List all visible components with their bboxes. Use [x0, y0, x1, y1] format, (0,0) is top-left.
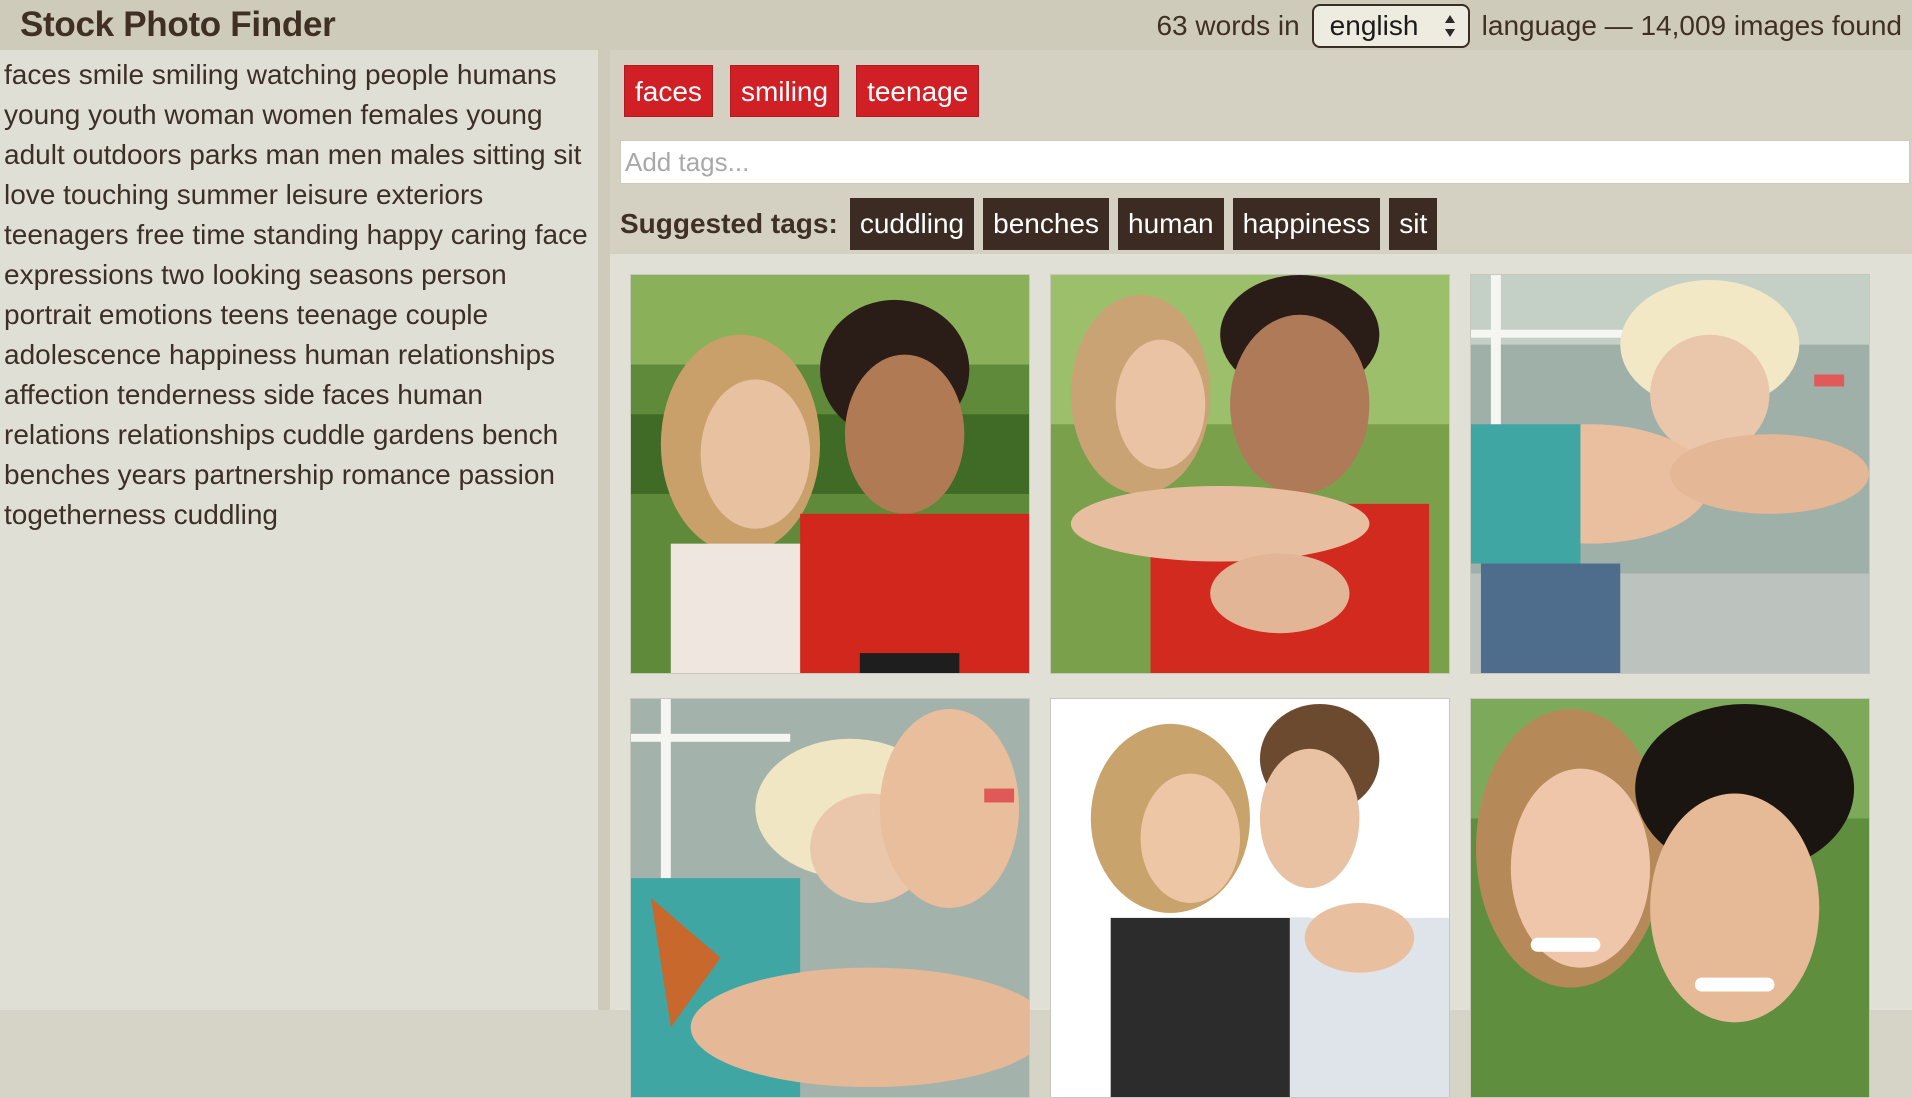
word-count-text: 63 words in	[1156, 10, 1300, 41]
photo-image	[1471, 275, 1869, 673]
add-tags-input[interactable]	[620, 140, 1910, 184]
photo-thumbnail[interactable]	[1050, 698, 1450, 1098]
photo-thumbnail[interactable]	[630, 274, 1030, 674]
results-count-text: language — 14,009 images found	[1481, 10, 1902, 41]
select-arrows-icon	[1444, 15, 1455, 37]
selected-tags: faces smiling teenage	[624, 65, 980, 117]
photo-image	[1471, 699, 1869, 1097]
suggested-tag[interactable]: cuddling	[849, 198, 975, 250]
app-title: Stock Photo Finder	[20, 5, 336, 44]
panel-divider	[598, 50, 610, 1010]
keyword-list[interactable]: faces smile smiling watching people huma…	[0, 50, 598, 535]
suggested-tag[interactable]: human	[1118, 198, 1224, 250]
search-summary: 63 words in english language — 14,009 im…	[1156, 4, 1902, 48]
selected-tag[interactable]: smiling	[729, 65, 840, 117]
header-bar: Stock Photo Finder 63 words in english l…	[0, 0, 1912, 50]
photo-image	[631, 275, 1029, 673]
selected-tag[interactable]: faces	[624, 65, 713, 117]
suggested-tag[interactable]: benches	[983, 198, 1109, 250]
suggested-tags-label: Suggested tags:	[620, 208, 838, 239]
photo-thumbnail[interactable]	[1470, 274, 1870, 674]
photo-thumbnail[interactable]	[1050, 274, 1450, 674]
photo-image	[1051, 699, 1449, 1097]
language-select-value: english	[1329, 10, 1419, 41]
suggested-tag[interactable]: sit	[1389, 198, 1438, 250]
photo-image	[631, 699, 1029, 1097]
keyword-sidebar: faces smile smiling watching people huma…	[0, 50, 598, 1010]
selected-tag[interactable]: teenage	[856, 65, 980, 117]
photo-thumbnail[interactable]	[630, 698, 1030, 1098]
photo-thumbnail[interactable]	[1470, 698, 1870, 1098]
suggested-tags: Suggested tags: cuddling benches human h…	[620, 198, 1438, 250]
photo-grid	[610, 254, 1912, 1098]
main-panel: faces smiling teenage Suggested tags: cu…	[610, 50, 1912, 1098]
photo-image	[1051, 275, 1449, 673]
language-select[interactable]: english	[1311, 4, 1470, 48]
suggested-tag[interactable]: happiness	[1232, 198, 1381, 250]
